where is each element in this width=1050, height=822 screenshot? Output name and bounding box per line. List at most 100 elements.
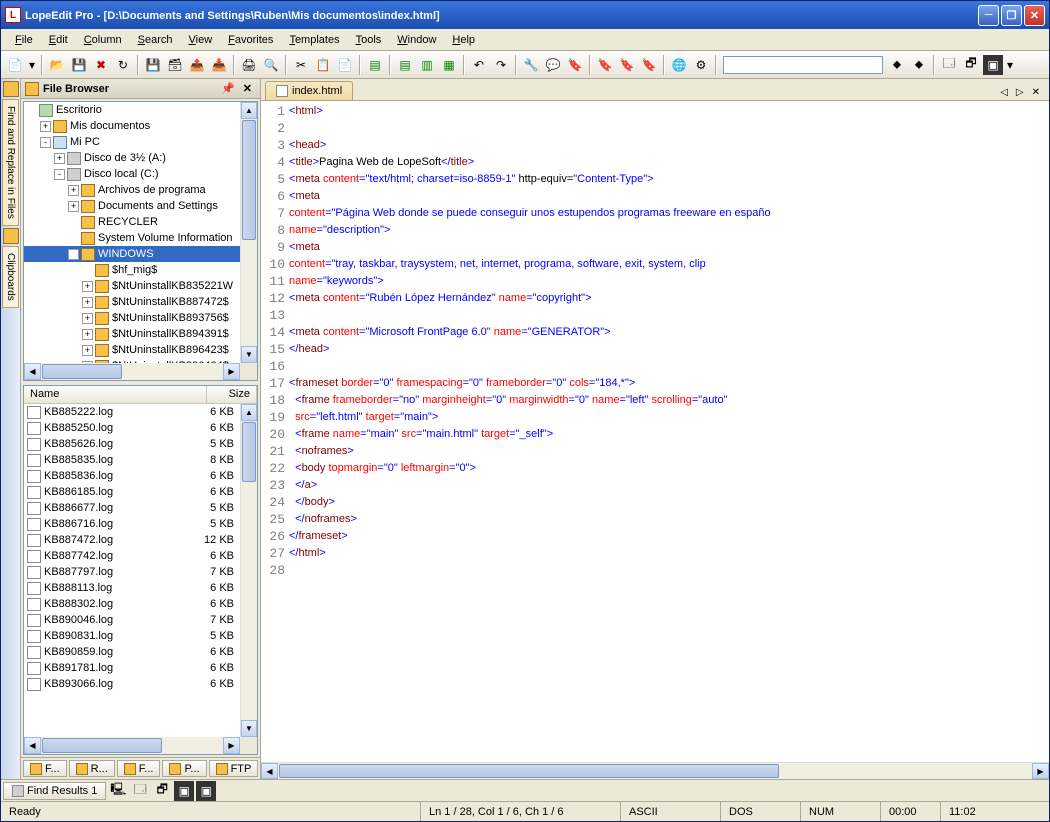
scroll-down-icon[interactable]: ▼: [241, 720, 257, 737]
result-tool-3[interactable]: 🗗: [152, 781, 172, 801]
bookmark-prev-icon[interactable]: 🔖: [639, 55, 659, 75]
minimize-button[interactable]: ─: [978, 5, 999, 26]
expand-toggle[interactable]: +: [54, 153, 65, 164]
menu-column[interactable]: Column: [76, 32, 130, 48]
dock-icon-1[interactable]: [3, 81, 19, 97]
menu-tools[interactable]: Tools: [348, 32, 390, 48]
save-icon[interactable]: 💾: [69, 55, 89, 75]
file-list[interactable]: Name Size KB885222.log6 KBKB885250.log6 …: [23, 385, 258, 755]
file-row[interactable]: KB885836.log6 KB: [24, 468, 240, 484]
result-tool-4[interactable]: ▣: [174, 781, 194, 801]
new-file-icon[interactable]: 📄: [5, 55, 25, 75]
folder-tree[interactable]: Escritorio+Mis documentos-Mi PC+Disco de…: [23, 101, 258, 381]
scroll-thumb-h[interactable]: [279, 764, 779, 778]
menu-templates[interactable]: Templates: [281, 32, 347, 48]
scroll-thumb-h[interactable]: [42, 364, 122, 379]
sidebar-bottom-tab-4[interactable]: FTP: [209, 760, 259, 777]
dropdown-icon[interactable]: ▾: [27, 55, 37, 75]
code-content[interactable]: <html> <head><title>Pagina Web de LopeSo…: [289, 101, 1049, 762]
import-icon[interactable]: 📥: [209, 55, 229, 75]
tree-node[interactable]: +$NtUninstallKB894391$: [24, 326, 257, 342]
redo-icon[interactable]: ↷: [491, 55, 511, 75]
undo-icon[interactable]: ↶: [469, 55, 489, 75]
file-row[interactable]: KB886716.log5 KB: [24, 516, 240, 532]
export-icon[interactable]: 📤: [187, 55, 207, 75]
align-right-icon[interactable]: ▦: [439, 55, 459, 75]
tree-hscroll[interactable]: ◀ ▶: [24, 363, 240, 380]
tag-icon[interactable]: 🔖: [565, 55, 585, 75]
menu-search[interactable]: Search: [130, 32, 181, 48]
tree-node[interactable]: +Disco de 3½ (A:): [24, 150, 257, 166]
tree-node[interactable]: +$NtUninstallKB835221W: [24, 278, 257, 294]
close-panel-icon[interactable]: ✕: [239, 82, 256, 95]
expand-toggle[interactable]: +: [68, 201, 79, 212]
menu-edit[interactable]: Edit: [41, 32, 76, 48]
scroll-up-icon[interactable]: ▲: [241, 102, 257, 119]
file-row[interactable]: KB888302.log6 KB: [24, 596, 240, 612]
refresh-icon[interactable]: ↻: [113, 55, 133, 75]
tree-node[interactable]: +$NtUninstallKB896423$: [24, 342, 257, 358]
expand-toggle[interactable]: +: [68, 185, 79, 196]
scroll-down-icon[interactable]: ▼: [241, 346, 257, 363]
align-center-icon[interactable]: ▥: [417, 55, 437, 75]
tab-next-icon[interactable]: ▷: [1013, 87, 1027, 98]
sidebar-bottom-tab-3[interactable]: P...: [162, 760, 206, 777]
print-icon[interactable]: 🖨: [239, 55, 259, 75]
sidebar-bottom-tab-1[interactable]: R...: [69, 760, 115, 777]
disk-icon[interactable]: 💾: [143, 55, 163, 75]
editor-body[interactable]: 1234567891011121314151617181920212223242…: [261, 101, 1049, 762]
filelist-vscroll[interactable]: ▲ ▼: [240, 404, 257, 737]
cut-icon[interactable]: ✂: [291, 55, 311, 75]
expand-toggle[interactable]: +: [82, 329, 93, 340]
file-row[interactable]: KB890046.log7 KB: [24, 612, 240, 628]
scroll-right-icon[interactable]: ▶: [223, 363, 240, 380]
console-icon[interactable]: 🗗: [961, 55, 981, 75]
tree-node[interactable]: -Disco local (C:): [24, 166, 257, 182]
comment-icon[interactable]: 💬: [543, 55, 563, 75]
find-results-tab[interactable]: Find Results 1: [3, 782, 106, 800]
scroll-thumb[interactable]: [242, 120, 256, 240]
file-row[interactable]: KB886185.log6 KB: [24, 484, 240, 500]
indent-icon[interactable]: ▤: [365, 55, 385, 75]
pin-icon[interactable]: 📌: [217, 82, 239, 95]
tree-node[interactable]: System Volume Information: [24, 230, 257, 246]
tree-node[interactable]: +$NtUninstallKB893756$: [24, 310, 257, 326]
expand-toggle[interactable]: -: [40, 137, 51, 148]
terminal-icon[interactable]: ▣: [983, 55, 1003, 75]
scroll-up-icon[interactable]: ▲: [241, 404, 257, 421]
find-replace-tab[interactable]: Find and Replace in Files: [2, 99, 19, 226]
maximize-button[interactable]: ❐: [1001, 5, 1022, 26]
scroll-right-icon[interactable]: ▶: [223, 737, 240, 754]
expand-toggle[interactable]: -: [54, 169, 65, 180]
file-row[interactable]: KB885835.log8 KB: [24, 452, 240, 468]
filelist-hscroll[interactable]: ◀ ▶: [24, 737, 240, 754]
tree-node[interactable]: $hf_mig$: [24, 262, 257, 278]
file-row[interactable]: KB887797.log7 KB: [24, 564, 240, 580]
tab-close-icon[interactable]: ✕: [1029, 87, 1043, 98]
file-row[interactable]: KB885250.log6 KB: [24, 420, 240, 436]
tree-node[interactable]: -Mi PC: [24, 134, 257, 150]
scroll-left-icon[interactable]: ◀: [261, 763, 278, 779]
scroll-left-icon[interactable]: ◀: [24, 737, 41, 754]
open-folder-icon[interactable]: 📂: [47, 55, 67, 75]
file-row[interactable]: KB888113.log6 KB: [24, 580, 240, 596]
tab-prev-icon[interactable]: ◁: [997, 87, 1011, 98]
tree-node[interactable]: +Documents and Settings: [24, 198, 257, 214]
copy-icon[interactable]: 📋: [313, 55, 333, 75]
col-size[interactable]: Size: [207, 386, 257, 403]
expand-toggle[interactable]: +: [82, 281, 93, 292]
tree-vscroll[interactable]: ▲ ▼: [240, 102, 257, 363]
tree-node[interactable]: -WINDOWS: [24, 246, 257, 262]
delete-icon[interactable]: ✖: [91, 55, 111, 75]
editor-tab[interactable]: index.html: [265, 81, 353, 100]
align-left-icon[interactable]: ▤: [395, 55, 415, 75]
file-row[interactable]: KB890859.log6 KB: [24, 644, 240, 660]
tree-node[interactable]: RECYCLER: [24, 214, 257, 230]
expand-toggle[interactable]: -: [68, 249, 79, 260]
dock-icon-2[interactable]: [3, 228, 19, 244]
sidebar-bottom-tab-2[interactable]: F...: [117, 760, 161, 777]
preview-icon[interactable]: 🔍: [261, 55, 281, 75]
menu-file[interactable]: File: [7, 32, 41, 48]
search-input[interactable]: [723, 56, 883, 74]
col-name[interactable]: Name: [24, 386, 207, 403]
